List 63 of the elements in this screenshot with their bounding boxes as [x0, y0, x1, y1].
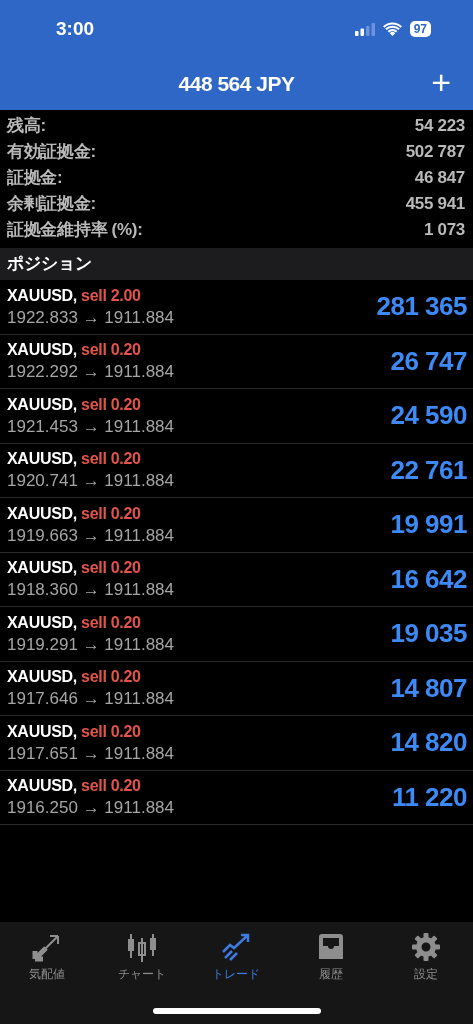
- position-title: XAUUSD, sell 0.20: [7, 667, 142, 688]
- signal-icon: [354, 22, 375, 36]
- tab-item[interactable]: 気配値: [7, 932, 88, 983]
- position-profit: 14 807: [390, 671, 467, 705]
- summary-value: 46 847: [414, 167, 465, 190]
- position-prices: 1922.292 → 1911.884: [7, 361, 174, 384]
- position-title: XAUUSD, sell 0.20: [7, 503, 142, 524]
- position-profit: 26 747: [390, 344, 467, 378]
- position-title: XAUUSD, sell 2.00: [7, 285, 142, 306]
- status-time: 3:00: [56, 16, 95, 41]
- position-title: XAUUSD, sell 0.20: [7, 558, 142, 579]
- summary-label: 余剰証拠金:: [7, 193, 96, 216]
- position-profit: 14 820: [390, 726, 467, 760]
- position-row[interactable]: XAUUSD, sell 2.00 1922.833 → 1911.884 281 365: [0, 280, 473, 335]
- position-title: XAUUSD, sell 0.20: [7, 776, 142, 797]
- summary-value: 502 787: [405, 141, 465, 164]
- position-prices: 1917.651 → 1911.884: [7, 742, 174, 765]
- position-title: XAUUSD, sell 0.20: [7, 449, 142, 470]
- position-row[interactable]: XAUUSD, sell 0.20 1917.651 → 1911.884 14 820: [0, 716, 473, 771]
- summary-value: 1 073: [423, 219, 465, 242]
- summary-value: 54 223: [414, 115, 465, 138]
- summary-label: 残高:: [7, 115, 46, 138]
- position-row[interactable]: XAUUSD, sell 0.20 1917.646 → 1911.884 14 807: [0, 661, 473, 716]
- position-row[interactable]: XAUUSD, sell 0.20 1922.292 → 1911.884 26 747: [0, 334, 473, 389]
- tab-item[interactable]: チャート: [101, 932, 182, 983]
- position-title: XAUUSD, sell 0.20: [7, 340, 142, 361]
- position-profit: 19 991: [390, 508, 467, 542]
- position-profit: 22 761: [390, 453, 467, 487]
- tab-item[interactable]: 設定: [385, 932, 466, 983]
- settings-icon: [410, 932, 441, 962]
- position-row[interactable]: XAUUSD, sell 0.20 1918.360 → 1911.884 16 642: [0, 552, 473, 607]
- position-prices: 1916.250 → 1911.884: [7, 797, 174, 820]
- tab-item[interactable]: 履歴: [291, 932, 372, 983]
- position-title: XAUUSD, sell 0.20: [7, 394, 142, 415]
- position-prices: 1922.833 → 1911.884: [7, 306, 174, 329]
- position-prices: 1920.741 → 1911.884: [7, 470, 174, 493]
- account-equity: 448 564 JPY: [178, 71, 295, 98]
- summary-value: 455 941: [405, 193, 465, 216]
- position-profit: 16 642: [390, 562, 467, 596]
- summary-label: 有効証拠金:: [7, 141, 96, 164]
- position-prices: 1919.291 → 1911.884: [7, 633, 174, 656]
- wifi-icon: [382, 22, 402, 36]
- summary-label: 証拠金維持率 (%):: [7, 219, 143, 242]
- position-title: XAUUSD, sell 0.20: [7, 612, 142, 633]
- position-profit: 24 590: [390, 399, 467, 433]
- position-prices: 1917.646 → 1911.884: [7, 688, 174, 711]
- position-prices: 1918.360 → 1911.884: [7, 579, 174, 602]
- tab-item[interactable]: トレード: [196, 932, 277, 983]
- position-prices: 1919.663 → 1911.884: [7, 524, 174, 547]
- position-profit: 281 365: [376, 290, 467, 324]
- position-prices: 1921.453 → 1911.884: [7, 415, 174, 438]
- position-profit: 19 035: [390, 617, 467, 651]
- battery-icon: 97: [409, 21, 431, 37]
- position-row[interactable]: XAUUSD, sell 0.20 1919.663 → 1911.884 19 991: [0, 498, 473, 553]
- position-row[interactable]: XAUUSD, sell 0.20 1921.453 → 1911.884 24 590: [0, 389, 473, 444]
- section-header: ポジション: [0, 248, 473, 280]
- position-profit: 11 220: [391, 780, 467, 814]
- position-title: XAUUSD, sell 0.20: [7, 721, 142, 742]
- summary-label: 証拠金:: [7, 167, 63, 190]
- position-row[interactable]: XAUUSD, sell 0.20 1916.250 → 1911.884 11 220: [0, 770, 473, 825]
- position-row[interactable]: XAUUSD, sell 0.20 1919.291 → 1911.884 19 035: [0, 607, 473, 662]
- position-row[interactable]: XAUUSD, sell 0.20 1920.741 → 1911.884 22 761: [0, 443, 473, 498]
- add-button[interactable]: +: [429, 64, 453, 100]
